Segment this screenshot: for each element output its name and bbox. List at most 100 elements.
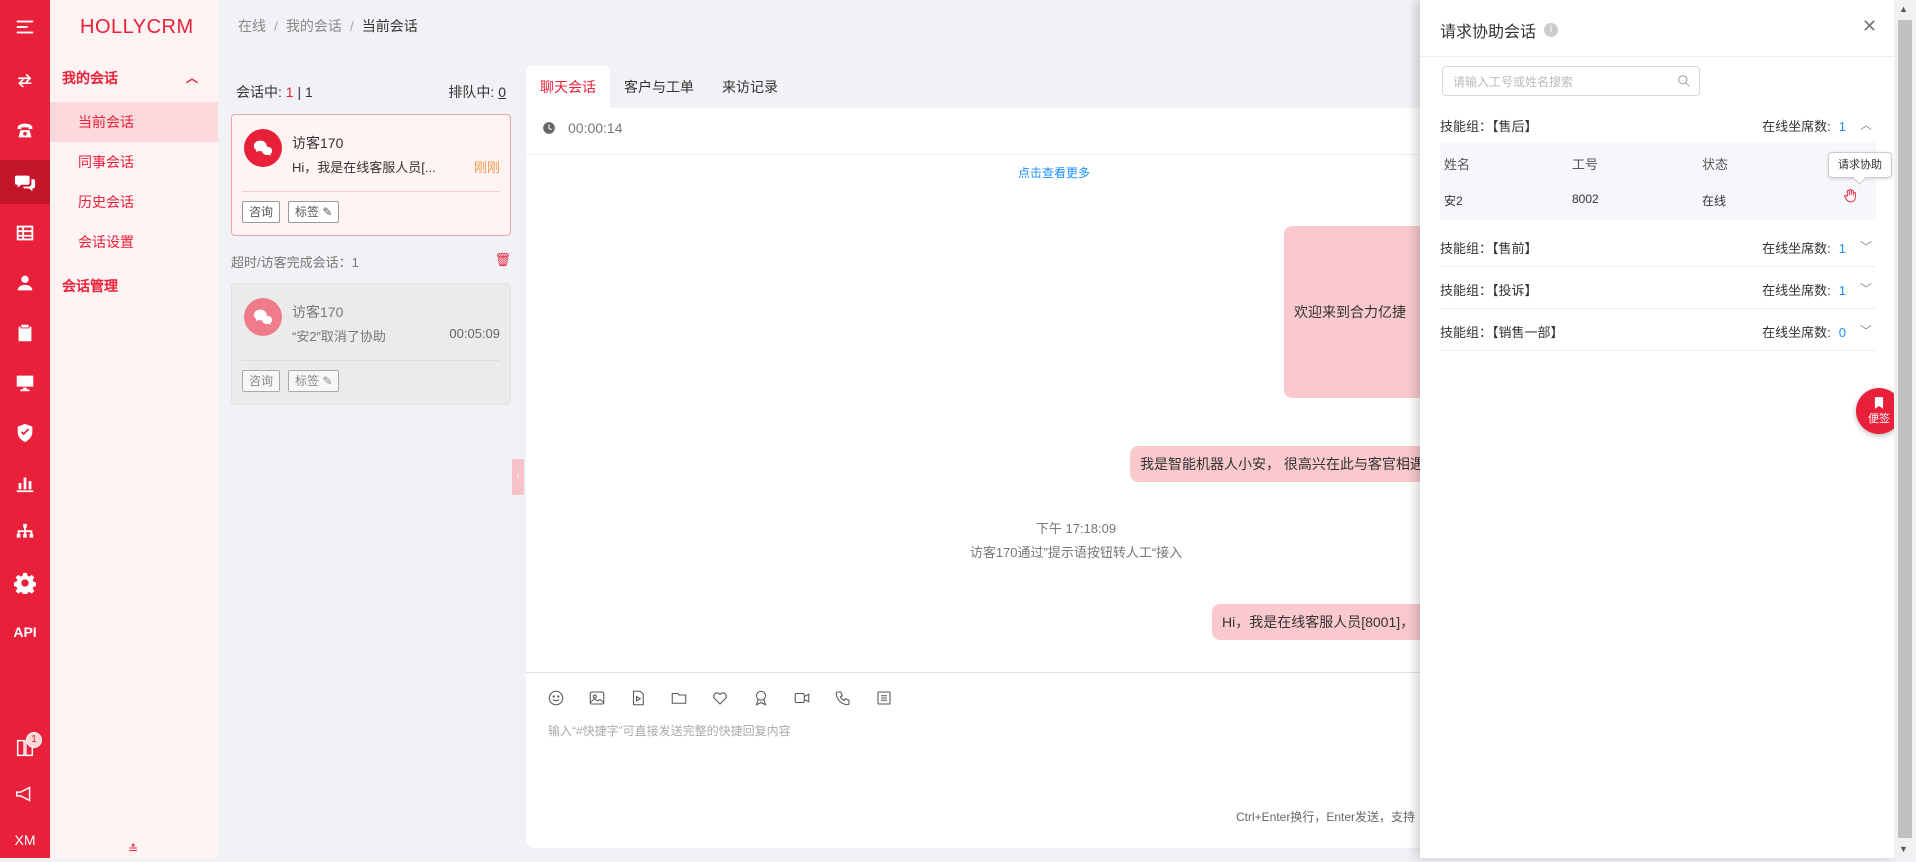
wechat-avatar-icon [244,129,282,167]
session-duration: 00:05:09 [449,326,500,341]
hand-request-icon[interactable] [1842,188,1858,204]
clipboard-icon[interactable] [0,311,50,355]
card-divider [242,191,500,192]
search-input[interactable] [1451,68,1665,96]
phone-call-icon[interactable] [833,688,853,708]
skill-group-after-sales[interactable]: 技能组：【售后】 在线坐席数: 1 ︿ [1440,104,1876,144]
menu-item-history-session[interactable]: 历史会话 [50,182,218,222]
brand-logo: HOLLYCRM [80,16,194,38]
scroll-up-icon[interactable]: ▲ [1899,4,1908,14]
folder-icon[interactable] [669,688,689,708]
wechat-avatar-icon [244,298,282,336]
tab-visit-records[interactable]: 来访记录 [708,66,792,108]
emoji-icon[interactable] [546,688,566,708]
org-chart-icon[interactable] [0,511,50,555]
tab-chat-session[interactable]: 聊天会话 [526,66,610,108]
active-label: 会话中: [236,84,282,100]
scrollbar-thumb[interactable] [1898,20,1912,838]
bar-chart-icon[interactable] [0,461,50,505]
tab-customer-ticket[interactable]: 客户与工单 [610,66,708,108]
agent-status: 在线 [1702,194,1727,208]
breadcrumb-my-sessions[interactable]: 我的会话 [286,18,342,34]
notification-badge: 1 [26,732,42,748]
chevron-up-icon[interactable]: ︿ [1860,116,1872,133]
shortcut-hint: Ctrl+Enter换行，Enter发送，支持 [1236,810,1416,824]
video-file-icon[interactable] [628,688,648,708]
chevron-down-icon[interactable]: ﹀ [1860,322,1872,339]
notes-icon[interactable] [874,688,894,708]
user-initials[interactable]: XM [0,818,50,862]
message-bubble: 我是智能机器人小安， 很高兴在此与客官相遇 [1130,446,1460,482]
breadcrumb-online[interactable]: 在线 [238,18,266,34]
agent-id: 8002 [1572,192,1599,206]
user-icon[interactable] [0,261,50,305]
skill-group-label: 技能组：【售前】 [1440,241,1538,256]
grid-icon[interactable] [0,211,50,255]
skill-group-sales-dept-1[interactable]: 技能组：【销售一部】 在线坐席数: 0 ﹀ [1440,310,1876,351]
bookmark-icon [1874,397,1884,409]
timer-value: 00:00:14 [568,120,623,136]
chevron-up-icon: ︿ [185,71,198,85]
message-time: 刚刚 [473,160,500,175]
chat-icon[interactable] [0,160,50,204]
tag-button[interactable]: 标签 ✎ [288,370,340,392]
secondary-menu: HOLLYCRM 我的会话 ︿ 当前会话 同事会话 历史会话 会话设置 会话管理… [50,0,218,858]
seat-count: 1 [1838,283,1846,298]
seat-count: 1 [1838,119,1846,134]
timeout-header: 超时/访客完成会话：1 🗑 [231,252,511,271]
consult-button[interactable]: 咨询 [242,370,281,392]
close-icon[interactable]: ✕ [1862,16,1877,37]
session-timer: 00:00:14 [542,120,623,136]
transfer-icon[interactable] [0,59,50,103]
column-header: 姓名 [1444,157,1471,172]
phone-icon[interactable] [0,109,50,153]
menu-group-my-sessions[interactable]: 我的会话 ︿ [50,54,218,102]
video-call-icon[interactable] [792,688,812,708]
active-session-card[interactable]: 访客170 Hi，我是在线客服人员[... 刚刚 咨询 标签 ✎ [231,114,511,236]
last-message: “安2”取消了协助 [292,329,386,344]
consult-button[interactable]: 咨询 [242,201,281,223]
collapse-menu-icon[interactable]: ≛ [128,842,138,856]
active-count: 1 [285,84,294,100]
menu-item-colleague-session[interactable]: 同事会话 [50,142,218,182]
menu-item-current-session[interactable]: 当前会话 [50,102,218,142]
queue-count[interactable]: 0 [498,84,506,100]
skill-group-complaints[interactable]: 技能组：【投诉】 在线坐席数: 1 ﹀ [1440,268,1876,309]
menu-group-session-management[interactable]: 会话管理 [50,262,218,310]
award-icon[interactable] [751,688,771,708]
trash-icon[interactable]: 🗑 [494,252,511,271]
request-assist-drawer: 请求协助会话 i ✕ 技能组：【售后】 在线坐席数:1 ︿ 姓名 工号 状态 安… [1420,0,1896,858]
load-more-link[interactable]: 点击查看更多 [1018,164,1090,181]
skill-group-pre-sales[interactable]: 技能组：【售前】 在线坐席数: 1 ﹀ [1440,226,1876,267]
finished-session-card[interactable]: 访客170 “安2”取消了协助 00:05:09 咨询 标签 ✎ [231,283,511,405]
breadcrumb: 在线 / 我的会话 / 当前会话 [238,18,418,34]
book-notification-icon[interactable]: 1 [0,726,50,770]
menu-item-session-settings[interactable]: 会话设置 [50,222,218,262]
seat-count: 1 [1838,241,1846,256]
tag-button[interactable]: 标签 ✎ [288,201,340,223]
page-scrollbar[interactable]: ▲ ▼ [1894,0,1916,858]
search-box [1442,66,1700,96]
shield-icon[interactable] [0,411,50,455]
collapse-list-handle[interactable]: ‹ [512,459,524,495]
api-label[interactable]: API [0,610,50,654]
settings-gear-icon[interactable] [0,561,50,605]
chevron-down-icon[interactable]: ﹀ [1860,280,1872,297]
monitor-icon[interactable] [0,361,50,405]
heart-icon[interactable] [710,688,730,708]
agent-name: 安2 [1444,194,1463,208]
skill-group-label: 技能组：【售后】 [1440,119,1538,134]
info-icon[interactable]: i [1544,23,1559,37]
megaphone-icon[interactable] [0,772,50,816]
search-icon[interactable] [1677,74,1691,88]
visitor-name: 访客170 [292,135,344,151]
last-message: Hi，我是在线客服人员[... [292,160,436,175]
clock-icon [543,122,555,134]
breadcrumb-current: 当前会话 [361,18,418,34]
message-input[interactable]: 输入“#快捷字”可直接发送完整的快捷回复内容 [548,722,791,739]
skill-group-label: 技能组：【投诉】 [1440,283,1538,298]
image-icon[interactable] [587,688,607,708]
chevron-down-icon[interactable]: ﹀ [1860,238,1872,255]
hamburger-menu-icon[interactable] [0,5,50,49]
scroll-down-icon[interactable]: ▼ [1899,844,1908,854]
